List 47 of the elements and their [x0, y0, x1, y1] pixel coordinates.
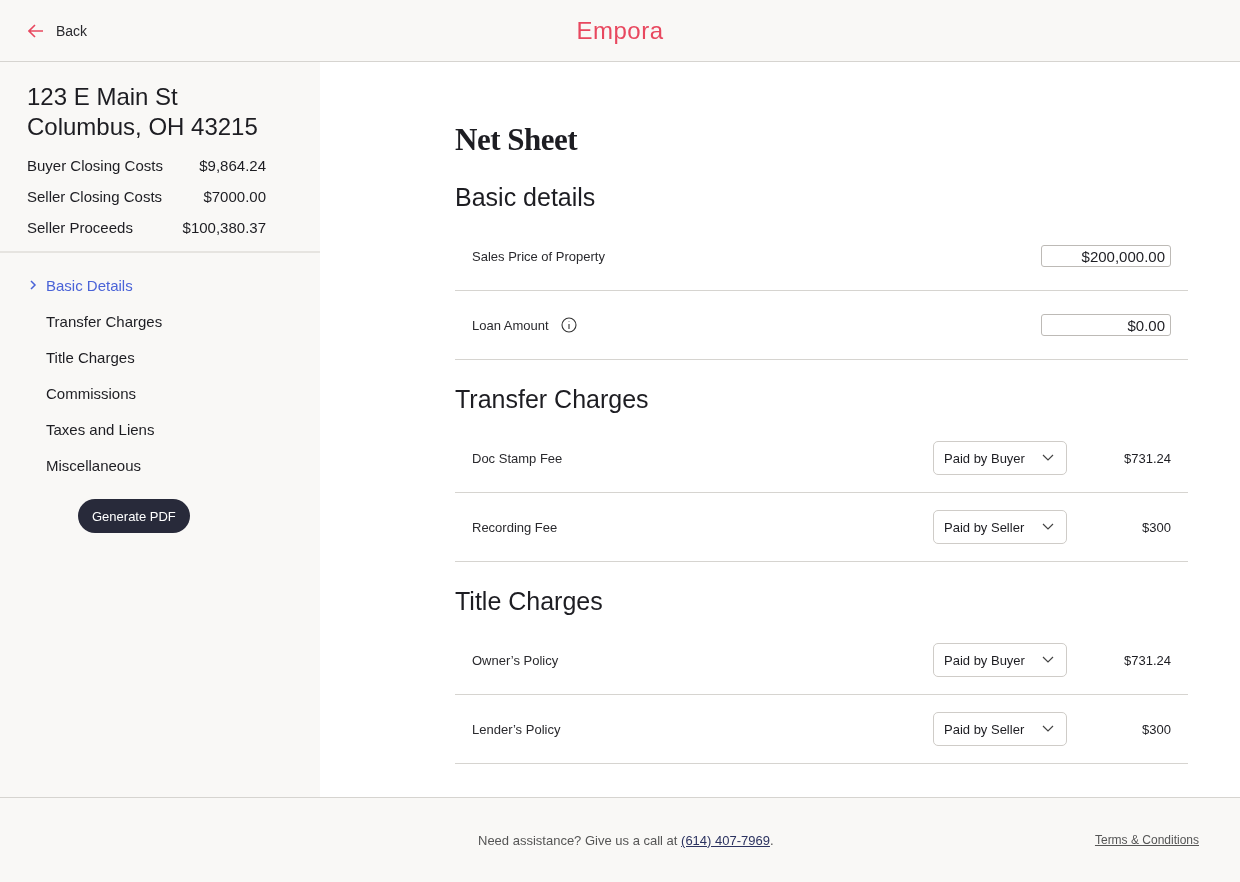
nav-item[interactable]: Miscellaneous: [28, 447, 320, 483]
row-label: Doc Stamp Fee: [472, 450, 563, 466]
amount-field[interactable]: $0.00: [1041, 314, 1171, 336]
chevron-down-icon: [1042, 454, 1054, 462]
terms-link[interactable]: Terms & Conditions: [1094, 833, 1199, 847]
nav-item[interactable]: Commissions: [28, 375, 320, 411]
chevron-down-icon: [1042, 523, 1054, 531]
total-label: Seller Closing Costs: [27, 187, 163, 207]
payer-dropdown[interactable]: Paid by Seller: [933, 510, 1067, 544]
page-title: Net Sheet: [455, 122, 579, 158]
section-heading: Title Charges: [455, 586, 604, 617]
chevron-right-icon: [28, 280, 38, 290]
section-heading: Transfer Charges: [455, 384, 650, 415]
help-text: Need assistance? Give us a call at (614) 407-7969.: [478, 832, 775, 848]
fee-amount: $300: [1141, 721, 1171, 737]
fee-amount: $731.24: [1123, 652, 1171, 668]
back-link[interactable]: Back: [28, 22, 88, 39]
row-label: Sales Price of Property: [472, 248, 605, 264]
fee-amount: $300: [1141, 519, 1171, 535]
total-value: $9,864.24: [199, 156, 266, 176]
arrow-left-icon: [28, 23, 44, 38]
total-label: Seller Proceeds: [27, 218, 133, 238]
info-icon[interactable]: [560, 317, 577, 333]
row-label: Owner’s Policy: [472, 652, 559, 668]
nav-item[interactable]: Taxes and Liens: [28, 411, 320, 447]
phone-link[interactable]: (614) 407-7969: [681, 832, 770, 848]
total-value: $7000.00: [203, 187, 266, 207]
amount-field[interactable]: $200,000.00: [1041, 245, 1171, 267]
total-label: Buyer Closing Costs: [27, 156, 163, 176]
nav-item[interactable]: Basic Details: [28, 267, 320, 303]
address-line: Columbus, OH 43215: [27, 112, 259, 142]
generate-pdf-button[interactable]: Generate PDF: [78, 499, 190, 533]
nav-item[interactable]: Transfer Charges: [28, 303, 320, 339]
row-label: Lender’s Policy: [472, 721, 561, 737]
nav-item[interactable]: Title Charges: [28, 339, 320, 375]
total-value: $100,380.37: [182, 218, 266, 238]
payer-dropdown[interactable]: Paid by Buyer: [933, 643, 1067, 677]
row-label: Loan Amount: [472, 317, 549, 333]
address-line: 123 E Main St: [27, 82, 179, 112]
fee-amount: $731.24: [1123, 450, 1171, 466]
row-label: Recording Fee: [472, 519, 558, 535]
payer-dropdown[interactable]: Paid by Buyer: [933, 441, 1067, 475]
chevron-down-icon: [1042, 656, 1054, 664]
section-heading: Basic details: [455, 182, 597, 213]
chevron-down-icon: [1042, 725, 1054, 733]
payer-dropdown[interactable]: Paid by Seller: [933, 712, 1067, 746]
logo: Empora: [576, 16, 664, 45]
